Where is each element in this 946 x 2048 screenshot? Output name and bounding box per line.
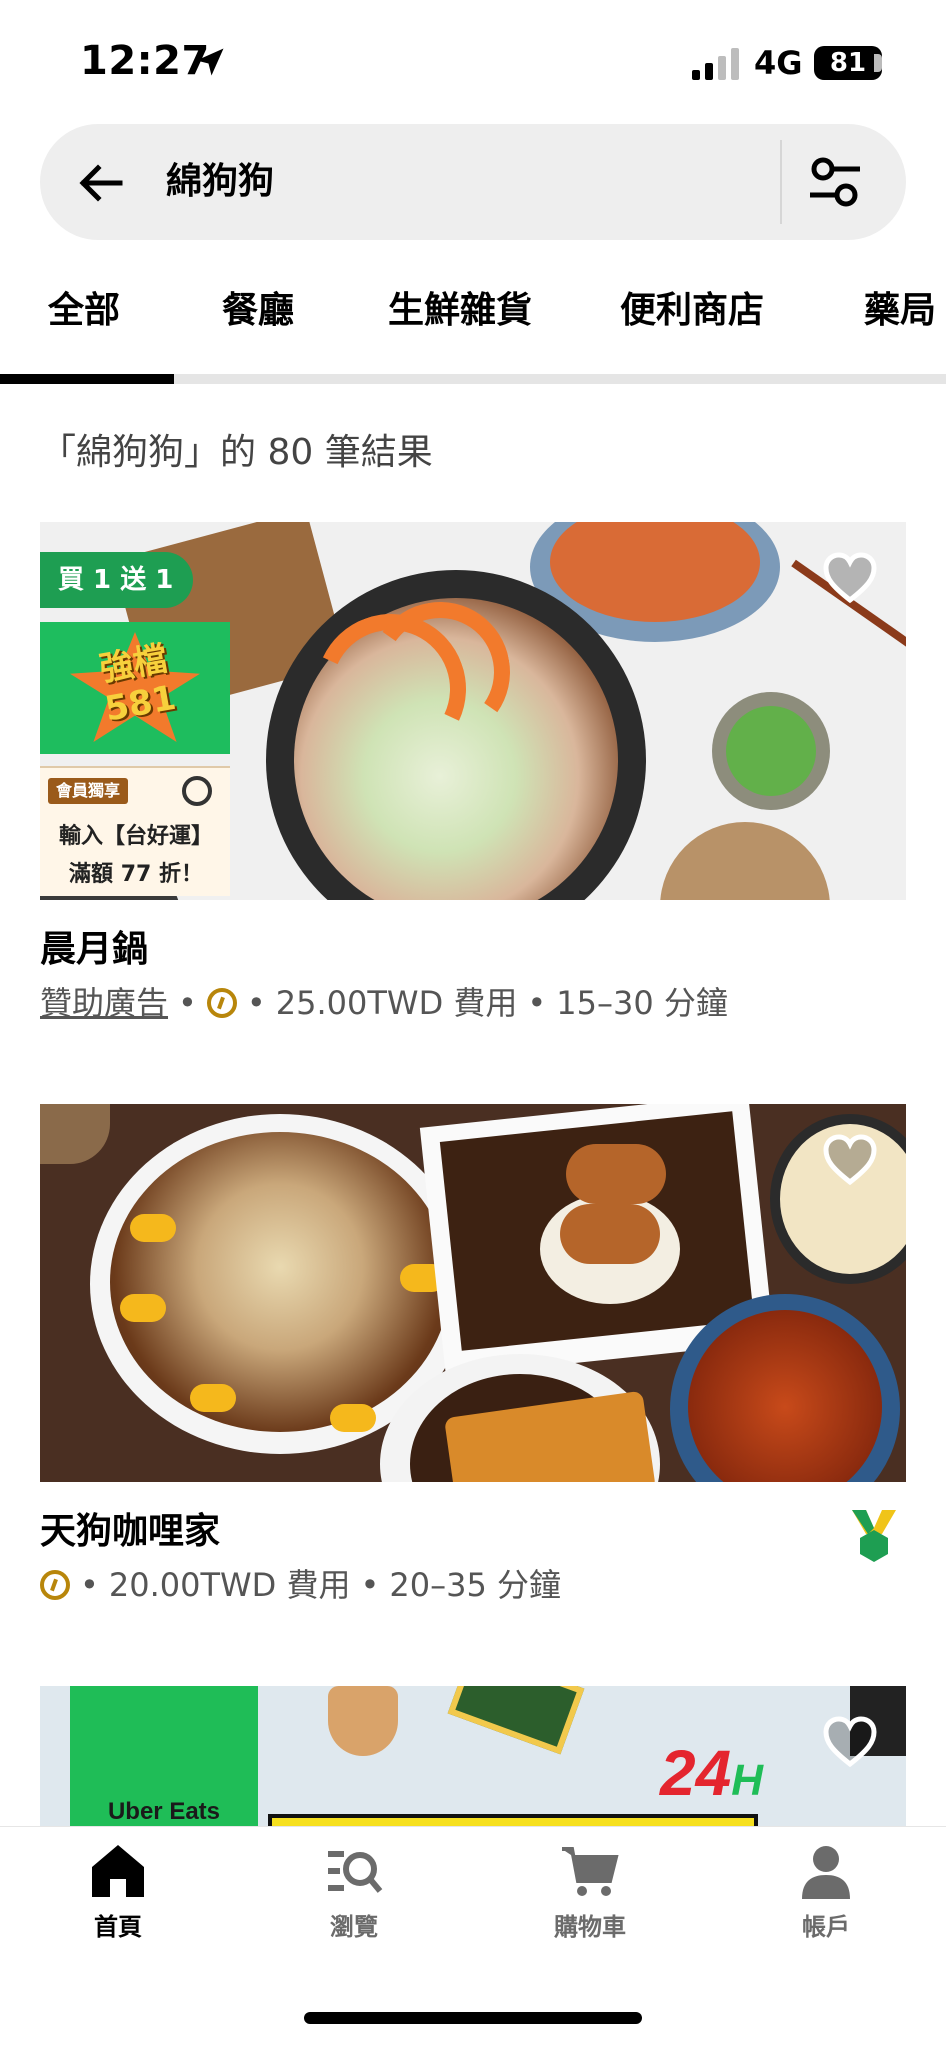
cart-icon (562, 1847, 619, 1896)
nav-label: 瀏覽 (330, 1913, 378, 1941)
store-image[interactable] (40, 1104, 906, 1482)
battery-cap (874, 54, 882, 72)
delivery-fee: 25.00TWD 費用 (275, 984, 518, 1022)
food-photo-element (190, 1384, 236, 1412)
delivery-eta: 20–35 分鐘 (389, 1566, 561, 1604)
food-photo-element (660, 822, 830, 900)
status-time: 12:27 (80, 38, 210, 84)
ad-h: H (731, 1756, 763, 1805)
food-photo-element (120, 1294, 166, 1322)
ad-24h-text: 24H (660, 1736, 763, 1810)
promo-coupon: 會員獨享 輸入【台好運】 滿額 77 折！ (40, 766, 230, 896)
coupon-line: 滿額 77 折！ (69, 862, 203, 887)
uber-one-icon (206, 988, 237, 1018)
food-photo-element (40, 1104, 110, 1164)
top-rated-medal-icon (852, 1510, 896, 1562)
store-card[interactable]: 天狗咖哩家 • 20.00TWD 費用 • 20–35 分鐘 (40, 1104, 906, 1608)
nav-label: 首頁 (94, 1913, 142, 1941)
uber-eats-logo-text: Uber Eats (107, 1798, 221, 1825)
uber-one-icon (182, 776, 212, 806)
store-card[interactable]: 買 1 送 1 強檔 581 會員獨享 輸入【台好運】 滿額 77 折！ 晨月鍋… (40, 522, 906, 1026)
store-meta: • 20.00TWD 費用 • 20–35 分鐘 (40, 1562, 906, 1608)
nav-label: 購物車 (554, 1913, 626, 1941)
nav-label: 帳戶 (802, 1913, 850, 1941)
food-photo-element (330, 1404, 376, 1432)
coupon-tag: 會員獨享 (48, 778, 129, 804)
meta-separator: • (527, 984, 547, 1022)
search-query[interactable]: 綿狗狗 (166, 158, 274, 206)
promo-badge: 買 1 送 1 (40, 552, 194, 608)
food-photo-element (566, 1144, 666, 1204)
nav-browse[interactable]: 瀏覽 (279, 1841, 429, 1943)
search-bar[interactable]: 綿狗狗 (40, 124, 906, 240)
network-type: 4G (754, 44, 803, 82)
meta-separator: • (246, 984, 266, 1022)
product-photo-element (328, 1686, 398, 1756)
tab-convenience[interactable]: 便利商店 (620, 286, 764, 336)
meta-separator: • (178, 984, 197, 1022)
nav-cart[interactable]: 購物車 (515, 1841, 665, 1943)
home-indicator (304, 2012, 642, 2024)
search-divider (780, 140, 782, 224)
battery-icon: 81 (814, 46, 882, 80)
nav-account[interactable]: 帳戶 (751, 1841, 901, 1943)
heart-icon[interactable] (822, 1134, 878, 1186)
meta-separator: • (80, 1566, 99, 1604)
filter-icon[interactable] (806, 154, 864, 210)
tab-all[interactable]: 全部 (48, 286, 120, 336)
food-photo-element (560, 1204, 660, 1264)
product-photo-element (447, 1686, 585, 1755)
meta-separator: • (360, 1566, 380, 1604)
nav-home[interactable]: 首頁 (43, 1841, 193, 1943)
delivery-eta: 15–30 分鐘 (556, 984, 728, 1022)
store-meta: 贊助廣告 • • 25.00TWD 費用 • 15–30 分鐘 (40, 980, 906, 1026)
coupon-line: 輸入【台好運】 (58, 824, 213, 849)
store-image[interactable]: 買 1 送 1 強檔 581 會員獨享 輸入【台好運】 滿額 77 折！ (40, 522, 906, 900)
category-tabs: 全部 餐廳 生鮮雜貨 便利商店 藥局 (0, 280, 946, 386)
status-bar: 12:27 4G 81 (0, 0, 946, 120)
sponsored-link[interactable]: 贊助廣告 (40, 980, 168, 1026)
account-icon (802, 1846, 850, 1899)
delivery-fee: 20.00TWD 費用 (108, 1566, 351, 1604)
heart-icon[interactable] (822, 552, 878, 604)
store-name[interactable]: 天狗咖哩家 (40, 1508, 906, 1556)
food-photo-element (110, 1132, 450, 1432)
tab-active-indicator (0, 374, 174, 384)
back-arrow-icon[interactable] (76, 158, 126, 208)
store-name[interactable]: 晨月鍋 (40, 926, 906, 974)
browse-icon (328, 1851, 383, 1893)
promo-581-text: 強檔 581 (56, 632, 218, 737)
ad-24: 24 (660, 1737, 732, 1809)
signal-icon (692, 48, 739, 80)
food-photo-element (726, 706, 816, 796)
results-count: 「綿狗狗」的 80 筆結果 (40, 432, 433, 473)
tab-pharmacy[interactable]: 藥局 (864, 286, 936, 336)
promo-581-banner: 強檔 581 (40, 622, 230, 754)
heart-icon[interactable] (822, 1716, 878, 1768)
tab-grocery[interactable]: 生鮮雜貨 (388, 286, 532, 336)
tab-restaurants[interactable]: 餐廳 (222, 286, 294, 336)
location-arrow-icon (196, 48, 224, 76)
uber-one-icon (40, 1570, 70, 1600)
home-icon (92, 1845, 144, 1897)
food-photo-element (130, 1214, 176, 1242)
